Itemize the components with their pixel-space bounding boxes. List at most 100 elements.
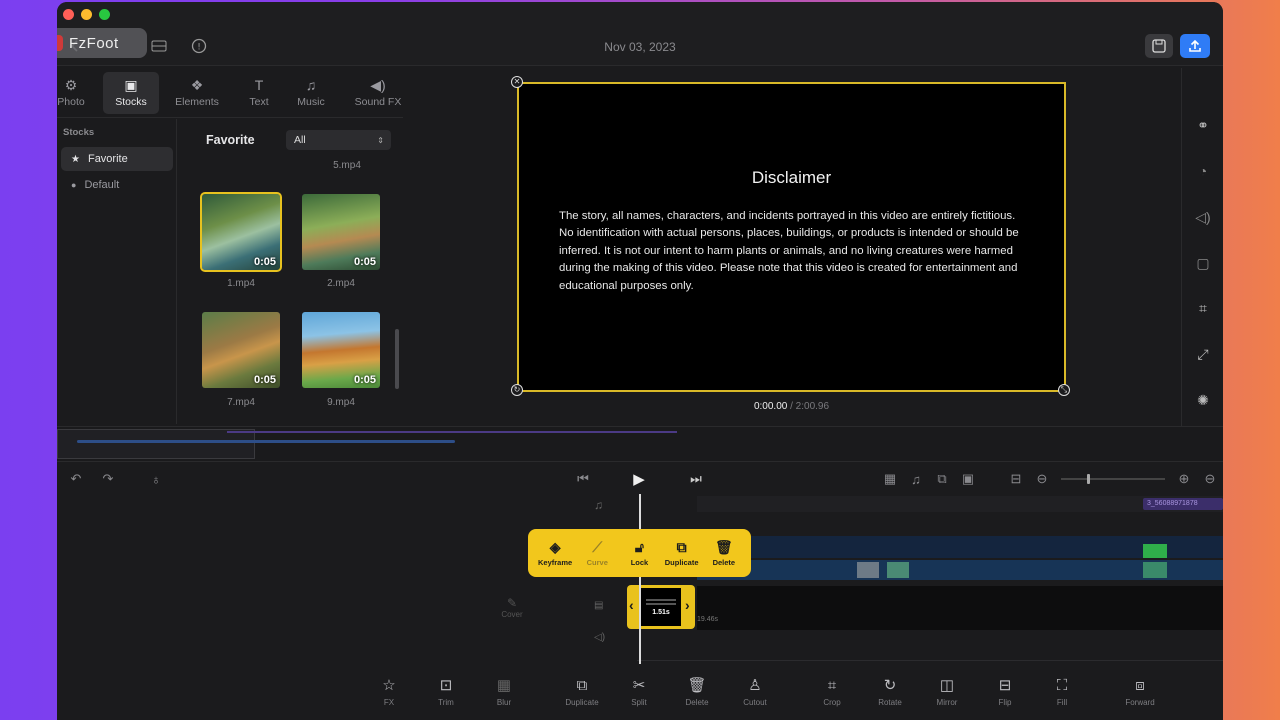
playhead[interactable] — [639, 494, 641, 664]
clip-text-line — [646, 598, 676, 601]
zoom-slider[interactable] — [1061, 474, 1165, 484]
undo-button[interactable]: ↶ — [67, 470, 85, 488]
rotate-icon: ↻ — [883, 677, 897, 694]
export-button[interactable] — [1180, 34, 1210, 58]
tab-text[interactable]: T Text — [231, 72, 287, 114]
zoom-slider-thumb[interactable] — [1087, 474, 1090, 484]
color-adjust-button[interactable]: ⚭ — [1192, 114, 1214, 136]
rotate-handle[interactable]: ↻ — [511, 384, 523, 396]
text-icon: T — [254, 77, 264, 93]
timeline-settings-button[interactable]: ⊖ — [1201, 470, 1219, 488]
record-voice-button[interactable]: ♁ — [147, 470, 165, 488]
keyframe-button[interactable]: ◈ Keyframe — [535, 539, 575, 567]
cover-button[interactable]: ✎ Cover — [498, 596, 526, 626]
fit-button[interactable]: ⤢ — [1192, 343, 1214, 365]
color-circles-icon: ⚭ — [1197, 116, 1209, 133]
minimize-window-button[interactable] — [81, 9, 92, 20]
video-clip-thumb[interactable] — [857, 562, 879, 578]
blur-button[interactable]: ▦ Blur — [480, 677, 528, 708]
crop-button[interactable]: ⌗ Crop — [808, 678, 856, 708]
skip-back-button[interactable]: ⏮ — [574, 470, 592, 488]
tab-music[interactable]: ♫ Music — [283, 72, 339, 114]
video-clip-thumb[interactable] — [887, 562, 909, 578]
fill-button[interactable]: ⛶ Fill — [1038, 678, 1086, 708]
volume-button[interactable]: ◁) — [1192, 206, 1214, 228]
crop-label: Crop — [823, 698, 841, 707]
trim-left-handle[interactable]: ‹ — [629, 597, 634, 613]
sidebar-item-favorite[interactable]: ★ Favorite — [61, 147, 173, 171]
stock-clip-thumbnail[interactable]: 0:05 — [200, 192, 282, 272]
close-window-button[interactable] — [63, 9, 74, 20]
remove-handle[interactable]: ✕ — [511, 76, 523, 88]
main-track-lane — [697, 586, 1223, 630]
audio-clip[interactable]: 3_56088971878 — [1143, 498, 1223, 510]
snap-icon: ▦ — [883, 471, 897, 486]
redo-button[interactable]: ↷ — [99, 470, 117, 488]
resize-handle[interactable]: ⤡ — [1058, 384, 1070, 396]
snap-button[interactable]: ▦ — [881, 470, 899, 488]
blur-icon: ▦ — [496, 677, 512, 694]
save-button[interactable] — [1145, 34, 1173, 58]
lock-icon: 🔓︎ — [634, 538, 644, 555]
zoom-window-button[interactable] — [99, 9, 110, 20]
crop-tool-button[interactable]: ⌗ — [1192, 297, 1214, 319]
play-button[interactable]: ▶ — [629, 470, 649, 488]
duplicate-button[interactable]: ⧉ Duplicate — [662, 539, 702, 567]
skip-back-icon: ⏮ — [577, 471, 589, 486]
timeline-overview[interactable] — [57, 426, 1223, 462]
mirror-button[interactable]: ◫ Mirror — [923, 678, 971, 708]
media-tabs: ⚙ Photo ▣ Stocks ❖ Elements T Text ♫ Mus… — [57, 68, 403, 118]
cutout-button[interactable]: ♙ Cutout — [731, 678, 779, 708]
track-volume-icon: ◁) — [594, 632, 606, 643]
rotate-button[interactable]: ↻ Rotate — [866, 677, 914, 708]
play-logo-icon — [57, 35, 63, 51]
zoom-in-button[interactable]: ⊕ — [1175, 470, 1193, 488]
trash-icon: 🗑︎ — [714, 538, 733, 555]
filter-select[interactable]: All ⇕ — [286, 130, 391, 150]
music-note-icon: ♫ — [911, 471, 921, 487]
fx-label: FX — [383, 698, 395, 707]
zoom-out-button[interactable]: ⊖ — [1033, 470, 1051, 488]
stock-clip-thumbnail[interactable]: 0:05 — [302, 194, 380, 270]
curve-button[interactable]: ⟋ Curve — [577, 539, 617, 567]
tab-sound-fx[interactable]: ◀) Sound FX — [347, 72, 409, 114]
stock-clip-thumbnail[interactable]: 0:05 — [202, 312, 280, 388]
trim-right-handle[interactable]: › — [685, 597, 690, 613]
duplicate-tool-button[interactable]: ⧉ Duplicate — [558, 678, 606, 708]
fit-timeline-button[interactable]: ⊟ — [1007, 470, 1025, 488]
tab-elements[interactable]: ❖ Elements — [169, 72, 225, 114]
minus-circle-icon: ⊖ — [1204, 471, 1216, 486]
skip-forward-button[interactable]: ⏭ — [687, 470, 705, 488]
link-button[interactable]: ⧉ — [933, 470, 951, 488]
zoom-out-icon: ⊖ — [1036, 471, 1048, 486]
audio-sync-button[interactable]: ♫ — [907, 470, 925, 488]
tab-stocks[interactable]: ▣ Stocks — [103, 72, 159, 114]
library-sidebar: Stocks ★ Favorite ● Default — [57, 119, 177, 424]
stock-clip-thumbnail[interactable]: 0:05 — [302, 312, 380, 388]
flip-icon: ⊟ — [998, 677, 1012, 694]
effects-button[interactable]: ✺ — [1192, 389, 1214, 411]
forward-button[interactable]: ⧈ Forward — [1116, 678, 1164, 708]
delete-tool-button[interactable]: 🗑︎ Delete — [673, 678, 721, 708]
tab-photo[interactable]: ⚙ Photo — [57, 72, 99, 114]
speed-button[interactable]: ◔ — [1192, 160, 1214, 182]
preview-track-button[interactable]: ▣ — [959, 470, 977, 488]
trim-button[interactable]: ⊡ Trim — [422, 678, 470, 708]
green-clip[interactable] — [1143, 544, 1167, 558]
lock-button[interactable]: 🔓︎ Lock — [619, 538, 659, 567]
mask-button[interactable]: ▢ — [1192, 252, 1214, 274]
flip-button[interactable]: ⊟ Flip — [981, 677, 1029, 708]
microphone-icon: ♁ — [151, 471, 161, 487]
library-scrollbar[interactable] — [395, 329, 399, 389]
fx-icon: ☆ — [382, 677, 396, 694]
green-clip[interactable] — [1143, 562, 1167, 578]
fx-button[interactable]: ☆ FX — [365, 677, 413, 708]
overview-viewport[interactable] — [57, 429, 255, 459]
tab-label: Text — [249, 96, 269, 108]
sidebar-item-default[interactable]: ● Default — [61, 173, 173, 197]
preview-canvas[interactable]: Disclaimer The story, all names, charact… — [517, 82, 1066, 392]
split-button[interactable]: ✂ Split — [615, 678, 663, 708]
stocks-icon: ▣ — [124, 77, 138, 93]
delete-button[interactable]: 🗑︎ Delete — [704, 538, 744, 567]
selected-clip[interactable]: ‹ 1.51s › — [627, 585, 695, 629]
